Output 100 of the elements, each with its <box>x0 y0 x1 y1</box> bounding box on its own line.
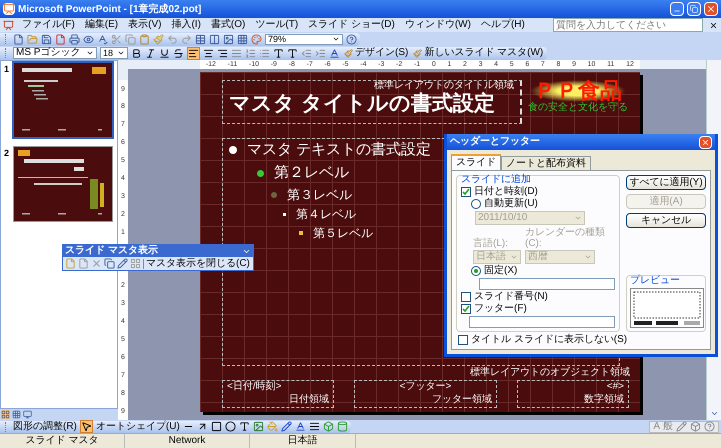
text-box-icon[interactable] <box>238 421 250 432</box>
placeholder-label: 標準レイアウトのオブジェクト領域 <box>470 368 630 378</box>
line-color-icon[interactable] <box>280 421 292 432</box>
minimize-button[interactable] <box>670 2 684 16</box>
radio-button[interactable] <box>471 199 481 209</box>
sorter-view-icon[interactable] <box>12 410 21 419</box>
slideshow-view-icon[interactable] <box>23 410 32 419</box>
color-icon[interactable] <box>251 34 262 44</box>
rectangle-icon[interactable] <box>210 421 222 432</box>
numbering-icon[interactable] <box>245 48 256 58</box>
menu-item[interactable]: ヘルプ(H) <box>478 20 527 30</box>
normal-view-icon[interactable] <box>1 410 10 419</box>
menu-item[interactable]: 編集(E) <box>82 20 120 30</box>
scroll-down-icon[interactable] <box>710 409 718 418</box>
align-center-icon[interactable] <box>203 48 214 58</box>
pointer-icon[interactable] <box>80 421 92 432</box>
checkbox-label[interactable]: フッター(F) <box>474 304 527 314</box>
footer-field[interactable] <box>469 316 615 328</box>
rename-master-icon[interactable] <box>117 258 128 269</box>
footer-placeholder[interactable]: <日付/時刻> 日付領域 <box>222 380 334 408</box>
font-color-icon[interactable] <box>329 48 340 58</box>
ime-help-icon[interactable] <box>704 421 715 432</box>
restore-icon <box>690 5 698 13</box>
dialog-button[interactable]: すべてに適用(Y) <box>626 175 706 190</box>
fixed-date-field[interactable] <box>479 278 615 290</box>
close-button[interactable] <box>704 2 718 16</box>
bold-icon[interactable] <box>131 48 142 58</box>
checkbox-label[interactable]: 日付と時刻(D) <box>474 187 538 197</box>
checkbox[interactable] <box>461 292 471 302</box>
align-left-icon[interactable] <box>188 48 199 58</box>
picture-icon[interactable] <box>223 34 234 44</box>
printer-icon[interactable] <box>69 34 80 44</box>
oval-icon[interactable] <box>224 421 236 432</box>
brush-icon <box>413 48 422 58</box>
new-file-icon[interactable] <box>13 34 24 44</box>
checkbox[interactable] <box>458 335 468 345</box>
help-search-field[interactable]: 質問を入力してください <box>553 18 703 32</box>
title-placeholder[interactable]: 標準レイアウトのタイトル領域 マスタ タイトルの書式設定 <box>222 80 522 124</box>
draw-menu-button[interactable]: 図形の調整(R) <box>13 422 77 432</box>
close-button[interactable] <box>699 136 712 148</box>
radio-label[interactable]: 固定(X) <box>484 266 518 276</box>
close-icon <box>701 138 710 146</box>
toolbar-button[interactable]: デザイン(S) <box>343 48 410 58</box>
checkmark-icon <box>462 188 470 196</box>
picture-icon[interactable] <box>252 421 264 432</box>
restore-button[interactable] <box>687 2 701 16</box>
group-label: スライドに追加 <box>461 175 532 185</box>
toolbar-button[interactable]: 新しいスライド マスタ(W) <box>412 48 544 58</box>
dialog-title: ヘッダーとフッター <box>450 137 540 147</box>
document-icon[interactable] <box>3 20 14 30</box>
dialog-tab[interactable]: スライド <box>451 154 501 170</box>
arrow-icon[interactable] <box>196 421 208 432</box>
slide-thumbnail[interactable] <box>14 147 112 221</box>
menu-item[interactable]: ファイル(F) <box>20 20 77 30</box>
columns-icon[interactable] <box>209 34 220 44</box>
close-master-view-button[interactable]: マスタ表示を閉じる(C) <box>143 258 250 268</box>
bullet-text: 第５レベル <box>313 226 373 241</box>
decrease-font-icon[interactable] <box>287 48 298 58</box>
slide-thumbnail[interactable] <box>14 63 112 137</box>
fill-color-icon[interactable] <box>266 421 278 432</box>
autoshapes-button[interactable]: オートシェイプ(U) <box>96 422 180 432</box>
increase-font-icon[interactable] <box>273 48 284 58</box>
menu-item[interactable]: 書式(O) <box>208 20 248 30</box>
ime-pad-icon[interactable] <box>676 421 687 432</box>
menu-item[interactable]: 表示(V) <box>126 20 164 30</box>
font-dropdown[interactable]: MS Pゴシック <box>13 47 97 59</box>
checkbox-label[interactable]: スライド番号(N) <box>474 292 548 302</box>
radio-button[interactable] <box>471 266 481 276</box>
font-size-dropdown[interactable]: 18 <box>100 47 128 59</box>
table-icon[interactable] <box>195 34 206 44</box>
footer-placeholder[interactable]: <フッター> フッター領域 <box>354 380 497 408</box>
dialog-button[interactable]: キャンセル <box>626 213 706 228</box>
field-label: カレンダーの種類(C): <box>525 227 606 249</box>
preserve-master-icon[interactable] <box>104 258 115 269</box>
checkbox[interactable] <box>461 304 471 314</box>
toolbar-title: スライド マスタ表示 <box>65 246 158 256</box>
dictionary-icon[interactable] <box>690 421 701 432</box>
logo-tagline: 食の安全と文化を守る <box>528 102 628 114</box>
underline-icon[interactable] <box>159 48 170 58</box>
line-style-icon[interactable] <box>308 421 320 432</box>
close-icon[interactable] <box>709 20 718 30</box>
help-icon[interactable] <box>346 34 357 44</box>
indent-icon[interactable] <box>315 48 326 58</box>
zoom-dropdown[interactable]: 79% <box>265 34 343 44</box>
radio-label[interactable]: 自動更新(U) <box>484 199 538 209</box>
dialog-tab[interactable]: ノートと配布資料 <box>501 156 591 170</box>
italic-icon[interactable] <box>145 48 156 58</box>
grid-icon[interactable] <box>237 34 248 44</box>
checkmark-icon <box>462 305 470 313</box>
font-color-icon[interactable] <box>294 421 306 432</box>
menu-item[interactable]: スライド ショー(D) <box>306 20 397 30</box>
menu-item[interactable]: ツール(T) <box>253 20 300 30</box>
footer-placeholder[interactable]: <#> 数字領域 <box>517 380 629 408</box>
spelling-icon[interactable] <box>97 34 108 44</box>
menu-item[interactable]: 挿入(I) <box>169 20 203 30</box>
placeholder-label: 数字領域 <box>584 394 624 406</box>
align-right-icon[interactable] <box>217 48 228 58</box>
menu-item[interactable]: ウィンドウ(W) <box>402 20 473 30</box>
checkbox[interactable] <box>461 187 471 197</box>
preview-icon[interactable] <box>83 34 94 44</box>
